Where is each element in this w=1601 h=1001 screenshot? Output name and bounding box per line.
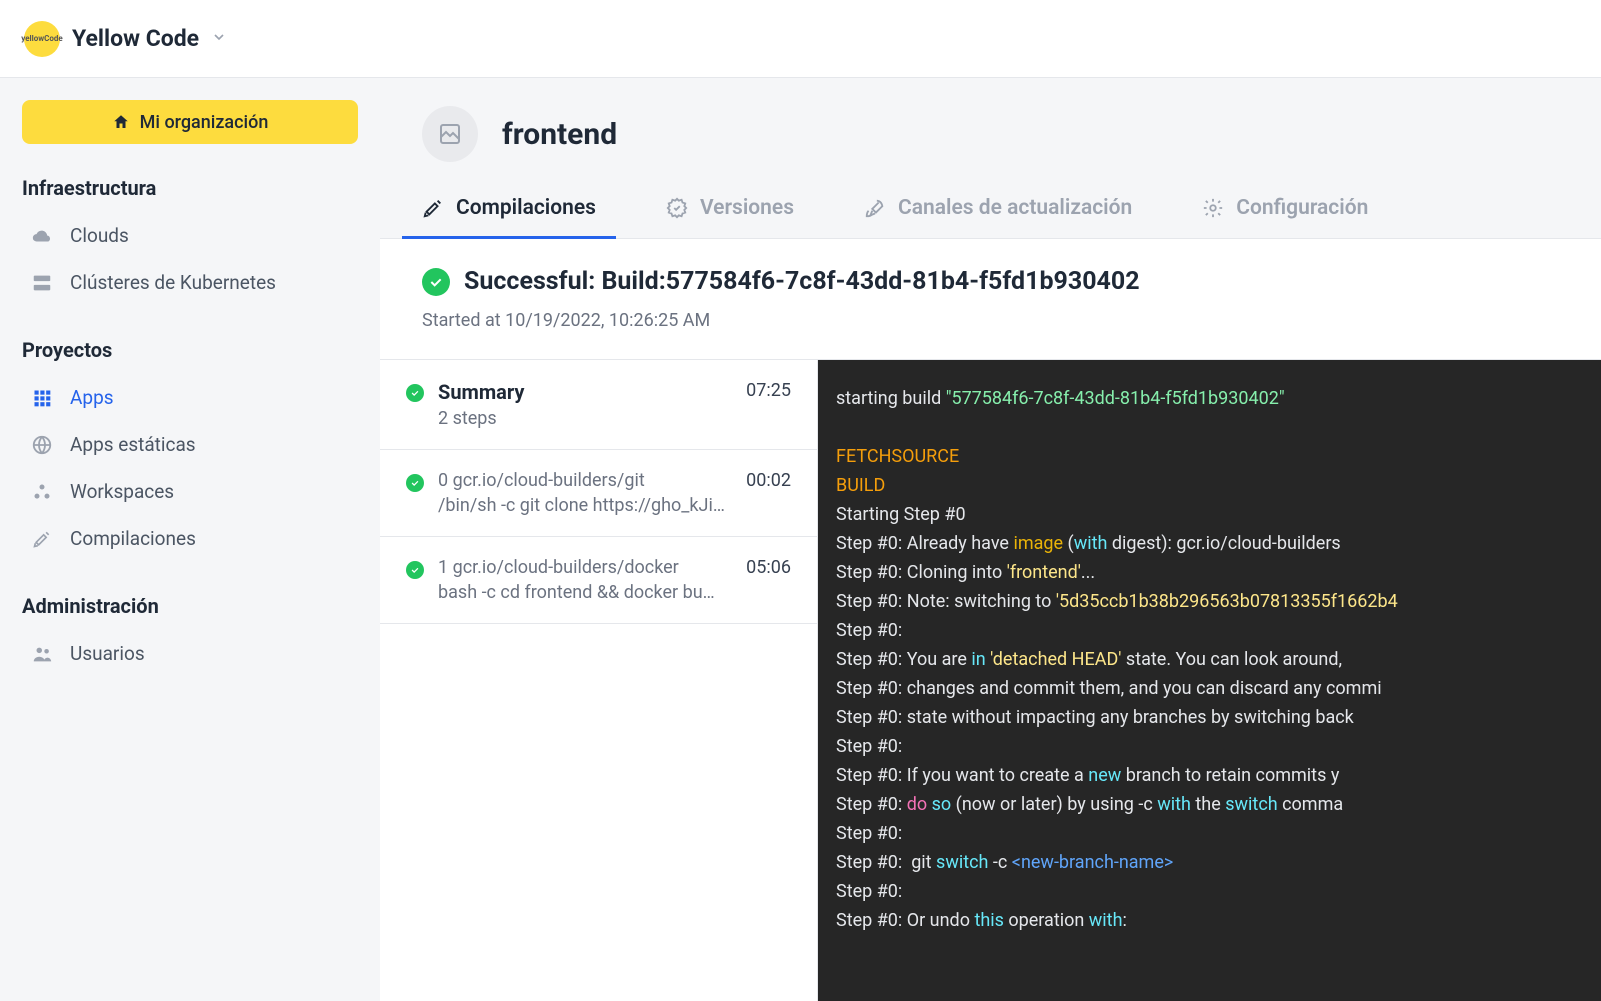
tab-channels[interactable]: Canales de actualización — [864, 196, 1132, 238]
step-time: 05:06 — [746, 557, 791, 578]
sidebar-item-label: Clouds — [70, 224, 129, 247]
step-title: 1 gcr.io/cloud-builders/docker — [438, 557, 732, 578]
build-title: Successful: Build:577584f6-7c8f-43dd-81b… — [464, 267, 1140, 296]
tools-icon — [28, 529, 56, 549]
step-0[interactable]: 0 gcr.io/cloud-builders/git /bin/sh -c g… — [380, 450, 817, 537]
org-name[interactable]: Yellow Code — [72, 25, 199, 52]
app-icon — [422, 106, 478, 162]
sidebar-item-label: Compilaciones — [70, 527, 196, 550]
tabs: Compilaciones Versiones Canales de actua… — [380, 196, 1601, 239]
gear-icon — [1202, 197, 1224, 219]
step-subtitle: 2 steps — [438, 408, 732, 429]
sidebar-item-kubernetes[interactable]: Clústeres de Kubernetes — [22, 259, 358, 306]
app-header: yellowCode Yellow Code — [0, 0, 1601, 78]
my-organization-button[interactable]: Mi organización — [22, 100, 358, 144]
build-started-at: Started at 10/19/2022, 10:26:25 AM — [422, 310, 1559, 331]
tab-label: Configuración — [1236, 196, 1368, 220]
sidebar-item-label: Apps — [70, 386, 114, 409]
step-title: 0 gcr.io/cloud-builders/git — [438, 470, 732, 491]
verified-icon — [666, 197, 688, 219]
home-icon — [112, 113, 130, 131]
build-log-terminal[interactable]: starting build "577584f6-7c8f-43dd-81b4-… — [818, 360, 1601, 1001]
tools-icon — [422, 197, 444, 219]
users-icon — [28, 643, 56, 665]
tab-versions[interactable]: Versiones — [666, 196, 794, 238]
check-icon — [406, 561, 424, 579]
section-infra-title: Infraestructura — [22, 176, 358, 200]
sidebar-item-users[interactable]: Usuarios — [22, 630, 358, 677]
check-icon — [406, 384, 424, 402]
tab-builds[interactable]: Compilaciones — [422, 196, 596, 238]
build-steps: Summary 2 steps 07:25 0 gcr.io/cloud-bui… — [380, 360, 818, 1001]
step-subtitle: /bin/sh -c git clone https://gho_kJi… — [438, 495, 732, 516]
server-icon — [28, 272, 56, 294]
sidebar-item-label: Usuarios — [70, 642, 145, 665]
sidebar-item-apps[interactable]: Apps — [22, 374, 358, 421]
step-summary[interactable]: Summary 2 steps 07:25 — [380, 360, 817, 450]
step-time: 07:25 — [746, 380, 791, 401]
sidebar: Mi organización Infraestructura Clouds C… — [0, 78, 380, 1001]
tab-config[interactable]: Configuración — [1202, 196, 1368, 238]
page-header: frontend — [380, 78, 1601, 162]
step-subtitle: bash -c cd frontend && docker bu… — [438, 582, 732, 603]
sidebar-item-label: Workspaces — [70, 480, 174, 503]
tab-label: Canales de actualización — [898, 196, 1132, 220]
sidebar-item-workspaces[interactable]: Workspaces — [22, 468, 358, 515]
my-organization-label: Mi organización — [140, 112, 269, 133]
step-title: Summary — [438, 380, 732, 404]
globe-icon — [28, 434, 56, 456]
cloud-icon — [28, 225, 56, 247]
build-header: Successful: Build:577584f6-7c8f-43dd-81b… — [380, 239, 1601, 360]
main-content: frontend Compilaciones Versiones Canales… — [380, 78, 1601, 1001]
page-title: frontend — [502, 117, 617, 152]
tab-label: Versiones — [700, 196, 794, 220]
check-circle-icon — [422, 268, 450, 296]
workspaces-icon — [28, 482, 56, 502]
chevron-down-icon[interactable] — [211, 29, 227, 49]
section-admin-title: Administración — [22, 594, 358, 618]
check-icon — [406, 474, 424, 492]
sidebar-item-label: Clústeres de Kubernetes — [70, 271, 276, 294]
tab-label: Compilaciones — [456, 196, 596, 220]
sidebar-item-builds[interactable]: Compilaciones — [22, 515, 358, 562]
apps-grid-icon — [28, 388, 56, 408]
step-1[interactable]: 1 gcr.io/cloud-builders/docker bash -c c… — [380, 537, 817, 624]
org-logo: yellowCode — [24, 21, 60, 57]
sidebar-item-label: Apps estáticas — [70, 433, 196, 456]
sidebar-item-clouds[interactable]: Clouds — [22, 212, 358, 259]
section-projects-title: Proyectos — [22, 338, 358, 362]
sidebar-item-static-apps[interactable]: Apps estáticas — [22, 421, 358, 468]
step-time: 00:02 — [746, 470, 791, 491]
rocket-icon — [864, 197, 886, 219]
